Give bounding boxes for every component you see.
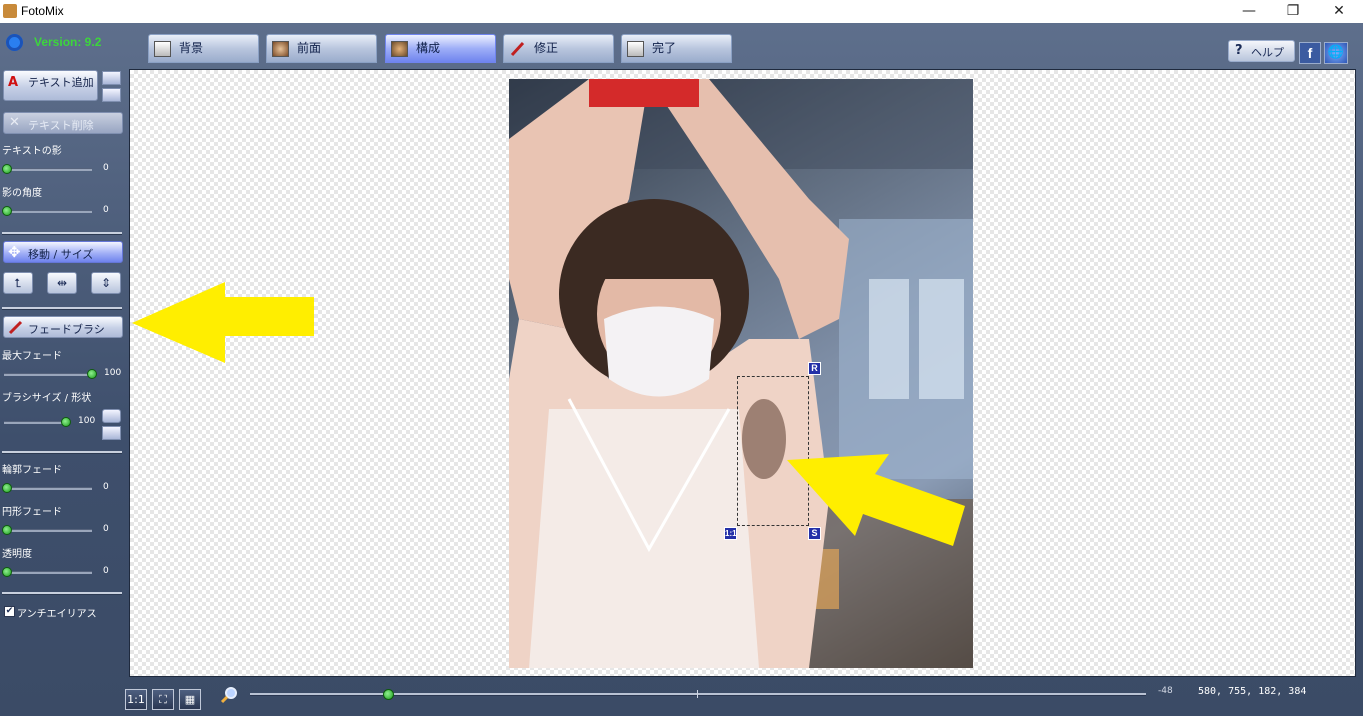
flip-vertical-button[interactable]: ⇕ <box>91 272 121 294</box>
edge-fade-knob[interactable] <box>2 483 12 493</box>
close-button[interactable]: ✕ <box>1316 0 1362 23</box>
shadow-angle-knob[interactable] <box>2 206 12 216</box>
retouch-tab-icon <box>509 41 526 57</box>
text-color-button[interactable] <box>102 88 121 102</box>
brush-shape-round-button[interactable] <box>102 409 121 423</box>
restore-button[interactable]: ❐ <box>1270 0 1316 23</box>
brush-size-value: 100 <box>78 416 96 426</box>
zoom-center-tick <box>697 690 698 698</box>
antialias-checkbox[interactable]: ✔ <box>4 606 15 617</box>
globe-icon: 🌐 <box>1327 45 1345 60</box>
divider <box>2 232 122 235</box>
fit-window-button[interactable]: ⛶ <box>152 689 174 710</box>
website-button[interactable]: 🌐 <box>1324 42 1348 64</box>
move-arrows-icon: ✥ <box>8 243 21 261</box>
foreground-tab-icon <box>272 41 289 57</box>
help-button[interactable]: ? ヘルプ <box>1228 40 1295 62</box>
tab-finish[interactable]: 完了 <box>621 34 732 63</box>
shadow-angle-track[interactable] <box>4 210 92 213</box>
tab-compose[interactable]: 構成 <box>385 34 496 63</box>
title-bar: FotoMix — ❐ ✕ <box>0 0 1363 23</box>
fit-icon: ⛶ <box>159 693 167 706</box>
magnifier-icon <box>220 687 237 704</box>
brush-size-knob[interactable] <box>61 417 71 427</box>
text-shadow-track[interactable] <box>4 168 92 171</box>
zoom-value: -48 <box>1158 686 1173 696</box>
flip-horizontal-icon: ⇹ <box>56 276 68 290</box>
circle-fade-track[interactable] <box>4 529 92 532</box>
circle-fade-label: 円形フェード <box>2 507 62 518</box>
max-fade-knob[interactable] <box>87 369 97 379</box>
move-size-button[interactable]: ✥ 移動 / サイズ <box>3 241 123 263</box>
rotate-handle[interactable]: R <box>808 362 821 375</box>
flip-vertical-icon: ⇕ <box>100 276 112 290</box>
edge-fade-value: 0 <box>103 482 109 492</box>
transparency-knob[interactable] <box>2 567 12 577</box>
tab-background[interactable]: 背景 <box>148 34 259 63</box>
ratio-handle[interactable]: 1:1 <box>724 527 737 540</box>
yellow-arrow-diagonal-icon <box>787 454 965 546</box>
window-title: FotoMix <box>21 4 64 18</box>
app-logo-icon <box>3 4 17 18</box>
minimize-button[interactable]: — <box>1226 0 1272 23</box>
circle-fade-knob[interactable] <box>2 525 12 535</box>
transparency-track[interactable] <box>4 571 92 574</box>
divider <box>2 451 122 454</box>
delete-text-button[interactable]: ✕ テキスト削除 <box>3 112 123 134</box>
coordinates-readout: 580, 755, 182, 384 <box>1198 686 1307 697</box>
finish-tab-icon <box>627 41 644 57</box>
brush-icon <box>8 319 24 338</box>
antialias-label: アンチエイリアス <box>17 609 97 620</box>
max-fade-value: 100 <box>104 368 122 378</box>
add-text-button[interactable]: A テキスト追加 <box>3 70 98 101</box>
actual-size-button[interactable]: 1:1 <box>125 689 147 710</box>
grid-button[interactable]: ▦ <box>179 689 201 710</box>
rotate-icon: ⮤ <box>14 276 22 290</box>
max-fade-label: 最大フェード <box>2 351 62 362</box>
update-globe-icon[interactable] <box>6 34 23 51</box>
fade-brush-button[interactable]: フェードブラシ <box>3 316 123 338</box>
flip-horizontal-button[interactable]: ⇹ <box>47 272 77 294</box>
circle-fade-value: 0 <box>103 524 109 534</box>
text-style-button[interactable] <box>102 71 121 85</box>
brush-size-track[interactable] <box>4 421 69 424</box>
max-fade-track[interactable] <box>4 373 92 376</box>
check-icon: ✔ <box>5 606 14 616</box>
divider <box>2 592 122 595</box>
brush-size-label: ブラシサイズ / 形状 <box>2 393 92 404</box>
transparency-label: 透明度 <box>2 549 32 560</box>
yellow-arrow-left-icon <box>132 282 314 363</box>
composite-photo[interactable] <box>509 79 973 668</box>
grid-icon: ▦ <box>184 693 196 706</box>
edge-fade-track[interactable] <box>4 487 92 490</box>
background-tab-icon <box>154 41 171 57</box>
shadow-angle-label: 影の角度 <box>2 188 42 199</box>
divider <box>2 307 122 310</box>
edge-fade-label: 輪郭フェード <box>2 465 62 476</box>
version-label: Version: 9.2 <box>34 35 102 49</box>
brush-shape-square-button[interactable] <box>102 426 121 440</box>
text-shadow-knob[interactable] <box>2 164 12 174</box>
transparency-value: 0 <box>103 566 109 576</box>
shadow-angle-value: 0 <box>103 205 109 215</box>
delete-x-icon: ✕ <box>9 115 20 130</box>
question-icon: ? <box>1235 43 1243 58</box>
tab-retouch[interactable]: 修正 <box>503 34 614 63</box>
text-shadow-label: テキストの影 <box>2 146 62 157</box>
tab-foreground[interactable]: 前面 <box>266 34 377 63</box>
facebook-button[interactable]: f <box>1299 42 1321 64</box>
rotate-button[interactable]: ⮤ <box>3 272 33 294</box>
photo-illustration <box>509 79 973 668</box>
text-shadow-value: 0 <box>103 163 109 173</box>
abc-icon: A <box>8 75 19 90</box>
compose-tab-icon <box>391 41 408 57</box>
